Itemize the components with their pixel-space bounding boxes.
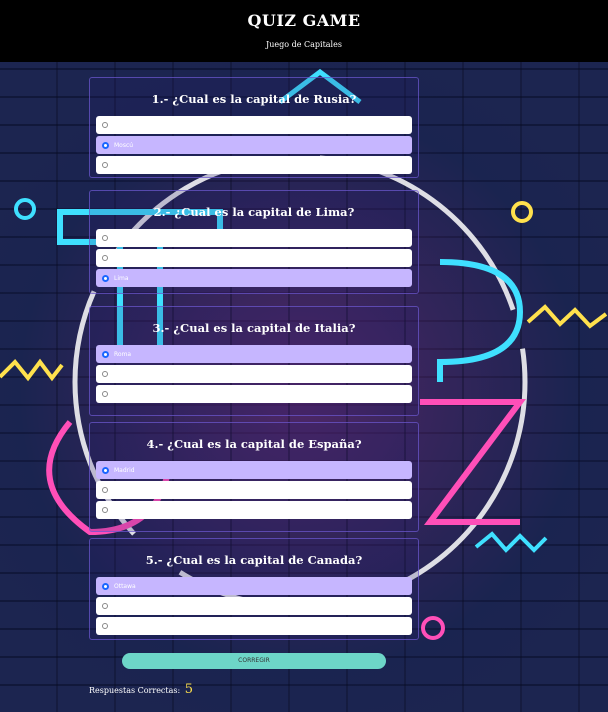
- question-card-5: 5.- ¿Cual es la capital de Canada? Ottaw…: [89, 538, 419, 640]
- question-text: 1.- ¿Cual es la capital de Rusia?: [151, 92, 357, 106]
- radio-button[interactable]: [102, 350, 109, 358]
- app-subtitle: Juego de Capitales: [266, 40, 342, 49]
- answer-option-selected[interactable]: Roma: [96, 345, 412, 363]
- answer-option[interactable]: [96, 501, 412, 519]
- quiz-form: 1.- ¿Cual es la capital de Rusia? Moscú …: [89, 77, 419, 652]
- answer-option[interactable]: [96, 249, 412, 267]
- option-label: Lima: [114, 274, 129, 282]
- radio-button[interactable]: [102, 466, 109, 474]
- radio-button[interactable]: [102, 141, 109, 149]
- corregir-button[interactable]: CORREGIR: [122, 653, 386, 669]
- answer-option[interactable]: [96, 481, 412, 499]
- result-score: 5: [184, 682, 194, 697]
- question-text: 5.- ¿Cual es la capital de Canada?: [145, 553, 363, 567]
- radio-button[interactable]: [102, 487, 108, 493]
- app-header: QUIZ GAME Juego de Capitales: [0, 0, 608, 62]
- question-text: 3.- ¿Cual es la capital de Italia?: [152, 321, 356, 335]
- answer-option-selected[interactable]: Ottawa: [96, 577, 412, 595]
- answer-option[interactable]: [96, 597, 412, 615]
- option-label: Ottawa: [114, 582, 136, 590]
- radio-button[interactable]: [102, 235, 108, 241]
- app-title: QUIZ GAME: [247, 11, 361, 30]
- option-label: Madrid: [114, 466, 135, 474]
- option-label: Roma: [114, 350, 132, 358]
- radio-button[interactable]: [102, 582, 109, 590]
- radio-button[interactable]: [102, 603, 108, 609]
- radio-button[interactable]: [102, 623, 108, 629]
- answer-option[interactable]: [96, 385, 412, 403]
- result-label: Respuestas Correctas:: [89, 686, 181, 695]
- radio-button[interactable]: [102, 391, 108, 397]
- answer-option-selected[interactable]: Lima: [96, 269, 412, 287]
- radio-button[interactable]: [102, 162, 108, 168]
- option-label: Moscú: [114, 141, 134, 149]
- radio-button[interactable]: [102, 507, 108, 513]
- answer-option[interactable]: [96, 617, 412, 635]
- question-card-2: 2.- ¿Cual es la capital de Lima? Lima: [89, 190, 419, 294]
- result-line: Respuestas Correctas: 5: [89, 682, 193, 697]
- question-card-4: 4.- ¿Cual es la capital de España? Madri…: [89, 422, 419, 532]
- answer-option-selected[interactable]: Madrid: [96, 461, 412, 479]
- answer-option[interactable]: [96, 365, 412, 383]
- radio-button[interactable]: [102, 255, 108, 261]
- radio-button[interactable]: [102, 371, 108, 377]
- radio-button[interactable]: [102, 122, 108, 128]
- answer-option-selected[interactable]: Moscú: [96, 136, 412, 154]
- radio-button[interactable]: [102, 274, 109, 282]
- answer-option[interactable]: [96, 229, 412, 247]
- question-text: 4.- ¿Cual es la capital de España?: [146, 437, 362, 451]
- answer-option[interactable]: [96, 116, 412, 134]
- question-card-3: 3.- ¿Cual es la capital de Italia? Roma: [89, 306, 419, 416]
- question-text: 2.- ¿Cual es la capital de Lima?: [153, 205, 355, 219]
- answer-option[interactable]: [96, 156, 412, 174]
- question-card-1: 1.- ¿Cual es la capital de Rusia? Moscú: [89, 77, 419, 178]
